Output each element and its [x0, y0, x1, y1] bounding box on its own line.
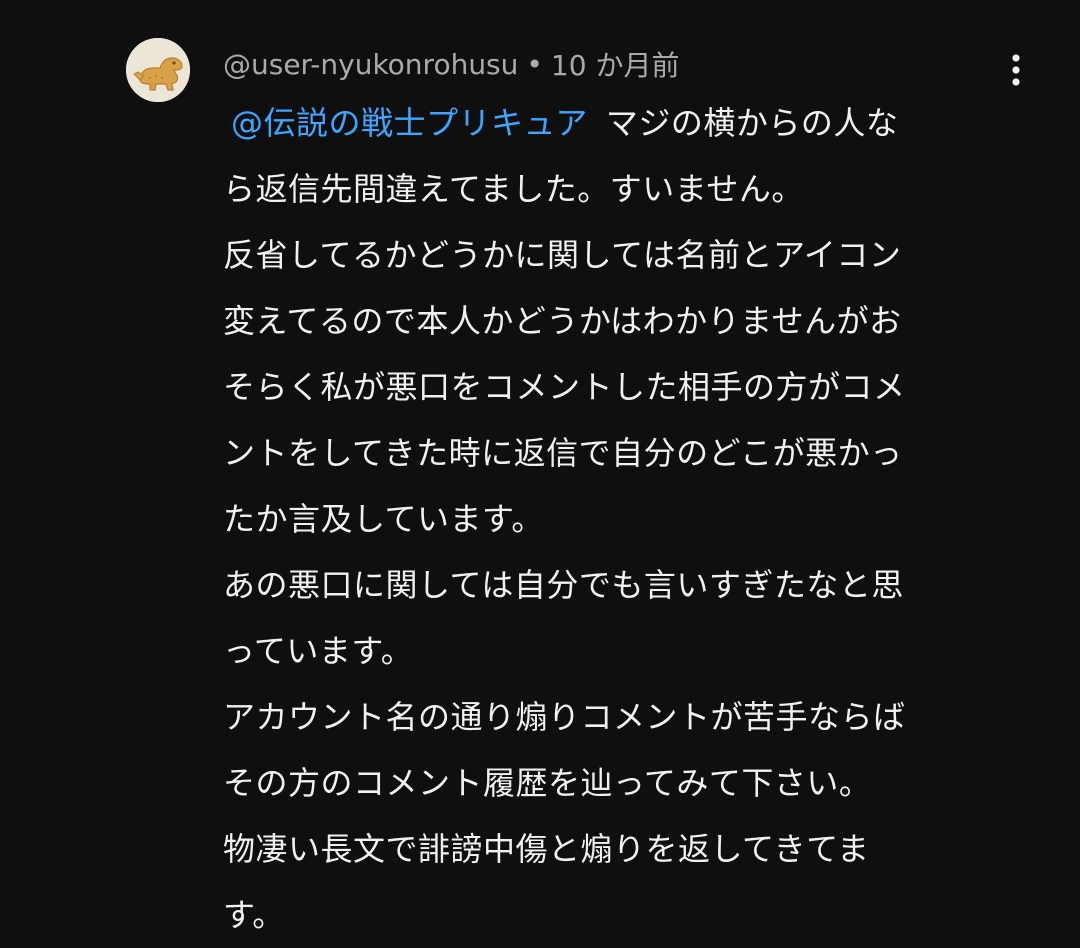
- comment-line-text: マジの横からの人な: [605, 104, 899, 142]
- comment-line: そらく私が悪口をコメントした相手の方がコメ: [223, 368, 906, 406]
- avatar[interactable]: [126, 38, 190, 102]
- dinosaur-cookie-icon: [126, 38, 190, 102]
- comment-line: 反省してるかどうかに関しては名前とアイコン: [223, 236, 902, 274]
- comment-line: @伝説の戦士プリキュア マジの横からの人な: [223, 90, 1013, 156]
- more-options-button[interactable]: [996, 48, 1036, 92]
- more-vert-icon: [1012, 54, 1020, 86]
- comment-line: あの悪口に関しては自分でも言いすぎたなと思: [223, 566, 904, 604]
- header-separator: •: [526, 47, 543, 81]
- comment-line: 物凄い長文で誹謗中傷と煽りを返してきてま: [223, 830, 870, 868]
- comment-header: @user-nyukonrohusu • 10 か月前: [223, 44, 679, 84]
- comment-line: アカウント名の通り煽りコメントが苦手ならば: [223, 698, 906, 736]
- comment-line: ントをしてきた時に返信で自分のどこが悪かっ: [223, 434, 903, 472]
- comment-line: す。: [223, 896, 285, 934]
- comment-line: たか言及しています。: [223, 500, 544, 538]
- mention-link[interactable]: @伝説の戦士プリキュア: [231, 104, 588, 142]
- comment-line: っています。: [223, 632, 414, 670]
- comment-line: その方のコメント履歴を辿ってみて下さい。: [223, 764, 872, 802]
- comment-line: 変えてるので本人かどうかはわかりませんがお: [223, 302, 902, 340]
- author-name[interactable]: @user-nyukonrohusu: [223, 48, 518, 81]
- comment-text: @伝説の戦士プリキュア マジの横からの人な ら返信先間違えてました。すいません。 …: [223, 90, 1013, 948]
- comment-thread-item: @user-nyukonrohusu • 10 か月前 @伝説の戦士プリキュアマ…: [0, 0, 1080, 948]
- comment-line: ら返信先間違えてました。すいません。: [223, 170, 804, 208]
- timestamp[interactable]: 10 か月前: [551, 44, 680, 84]
